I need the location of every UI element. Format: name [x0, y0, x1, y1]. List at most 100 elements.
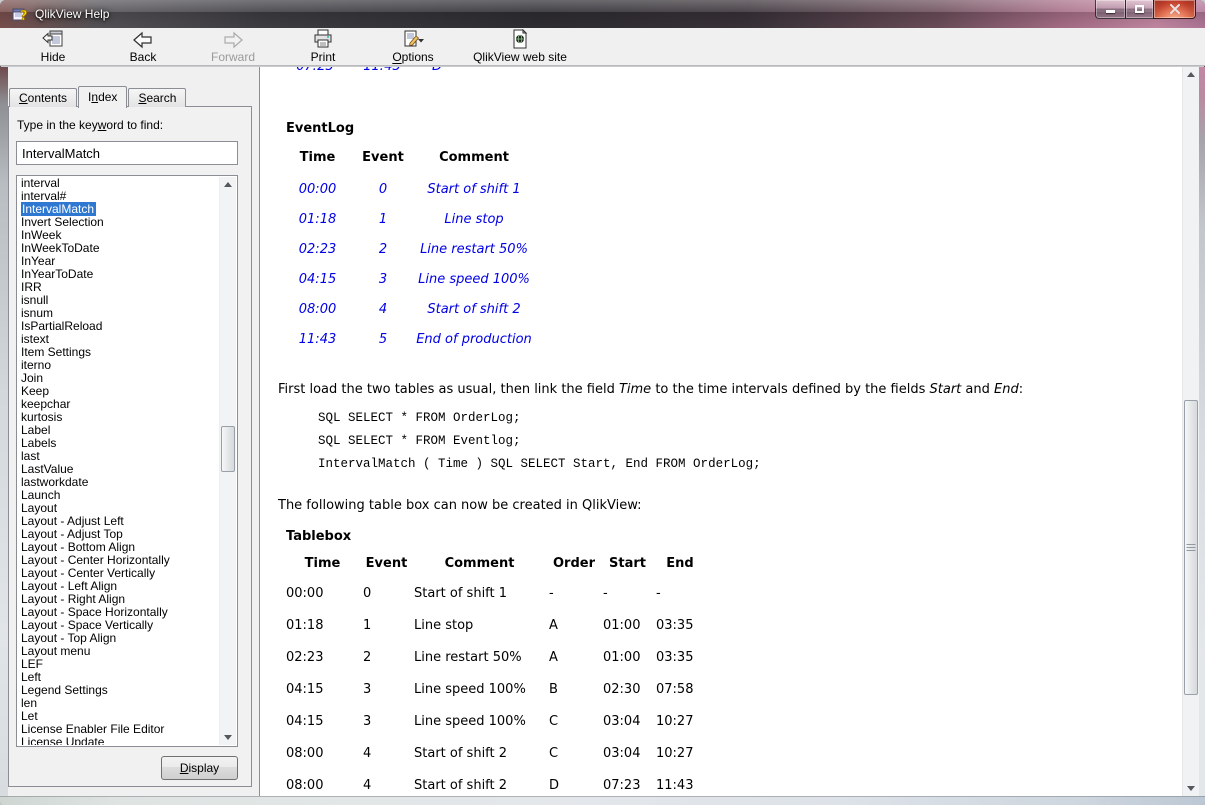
cell: Line speed 100% [414, 681, 526, 697]
down-arrow-icon [224, 735, 232, 740]
pane-splitter[interactable] [252, 67, 259, 796]
main-area: Contents Index Search Type in the keywor… [0, 67, 1205, 796]
keyword-input[interactable] [16, 141, 238, 165]
index-item-label: IRR [21, 280, 42, 294]
navigation-tabs: Contents Index Search [9, 85, 187, 108]
tablebox-row: 08:00 4 Start of shift 2 C 03:04 10:27 [284, 737, 706, 769]
index-item[interactable]: Labels [18, 437, 219, 450]
cell: 04:15 [298, 271, 337, 287]
cell: B [549, 681, 558, 697]
content-scrollbar-thumb[interactable] [1184, 400, 1198, 695]
tablebox-row: 04:15 3 Line speed 100% C 03:04 10:27 [284, 705, 706, 737]
index-item-label: Join [21, 371, 44, 385]
cell: 08:00 [286, 777, 324, 793]
qlikview-web-site-button[interactable]: QlikView web site [462, 29, 578, 65]
index-item-label: License Update [21, 735, 105, 746]
window-frame-left [0, 67, 8, 796]
index-item-label: last [21, 449, 40, 463]
title-bar[interactable]: ? QlikView Help [0, 0, 1205, 28]
cell: 3 [363, 681, 372, 697]
index-item[interactable]: Legend Settings [18, 684, 219, 697]
index-item-label: IsPartialReload [21, 319, 103, 333]
cell: 1 [378, 211, 388, 227]
index-item[interactable]: LEF [18, 658, 219, 671]
tab-index-label: Index [88, 90, 118, 104]
forward-button: Forward [192, 29, 274, 65]
index-item[interactable]: InYearToDate [18, 268, 219, 281]
script-code-block: SQL SELECT * FROM OrderLog; SQL SELECT * … [318, 407, 761, 476]
help-topic-pane: 07:2311:43D EventLog TimeEventComment 00… [259, 67, 1199, 796]
scroll-up-button[interactable] [220, 177, 236, 192]
index-item-label: Labels [21, 436, 57, 450]
cell: Start of shift 1 [427, 181, 521, 197]
column-header: Comment [439, 149, 509, 165]
help-book-icon: ? [12, 8, 28, 22]
index-scrollbar-thumb[interactable] [221, 426, 235, 472]
tab-search[interactable]: Search [128, 88, 187, 107]
clipped-cell: 07:23 [280, 67, 350, 74]
cell: 02:23 [286, 649, 324, 665]
cell: 2 [378, 241, 388, 257]
index-item-label: InYearToDate [21, 267, 94, 281]
back-button[interactable]: Back [102, 29, 184, 65]
tablebox-row: 01:18 1 Line stop A 01:00 03:35 [284, 609, 706, 641]
cell: 03:35 [656, 617, 694, 633]
cell: Line speed 100% [418, 271, 530, 287]
index-item-label: Layout - Bottom Align [21, 540, 136, 554]
content-scrollbar[interactable] [1182, 67, 1199, 796]
tablebox-row: 00:00 0 Start of shift 1 - - - [284, 577, 706, 609]
cell: Start of shift 1 [414, 585, 508, 601]
column-header: End [666, 555, 694, 571]
print-button-label: Print [310, 50, 336, 64]
cell: 02:23 [298, 241, 337, 257]
index-item-label: Layout menu [21, 644, 91, 658]
index-item-label: istext [21, 332, 50, 346]
column-header: Event [365, 555, 408, 571]
index-item-label: Layout [21, 501, 58, 515]
cell: Line speed 100% [414, 713, 526, 729]
clipped-cell: D [402, 67, 472, 74]
index-item-label: Layout - Adjust Top [21, 527, 123, 541]
column-header: Time [304, 555, 341, 571]
index-item-label: InWeekToDate [21, 241, 100, 255]
eventlog-header-row: Time Event Comment [284, 141, 533, 173]
print-button[interactable]: Print [282, 29, 364, 65]
index-tab-page: Type in the keyword to find: intervalint… [8, 106, 252, 787]
index-item-label: InWeek [21, 228, 62, 242]
scroll-down-button[interactable] [220, 730, 236, 745]
hide-button[interactable]: Hide [12, 29, 94, 65]
maximize-button[interactable] [1125, 0, 1154, 19]
code-line: SQL SELECT * FROM Eventlog; [318, 434, 521, 448]
tab-index[interactable]: Index [78, 86, 128, 108]
tablebox-table: Time Event Comment Order Start End 00:00 0 Star… [284, 549, 706, 796]
eventlog-row: 04:15 3 Line speed 100% [284, 264, 533, 294]
clipped-table-row: 07:2311:43D [260, 67, 1182, 78]
eventlog-row: 02:23 2 Line restart 50% [284, 234, 533, 264]
cell: 01:18 [286, 617, 324, 633]
qlikview-web-site-label: QlikView web site [473, 50, 567, 64]
minimize-button[interactable] [1095, 0, 1126, 19]
options-button[interactable]: Options [372, 29, 454, 65]
index-item[interactable]: Layout menu [18, 645, 219, 658]
tablebox-paragraph: The following table box can now be creat… [278, 498, 642, 513]
index-item[interactable]: iterno [18, 359, 219, 372]
cell: C [549, 745, 559, 761]
cell: 07:58 [656, 681, 694, 697]
index-item[interactable]: len [18, 697, 219, 710]
eventlog-table: Time Event Comment 00:00 0 Start of shift 10… [284, 141, 533, 354]
tablebox-row: 08:00 4 Start of shift 2 D 07:23 11:43 [284, 769, 706, 796]
index-item[interactable]: License Update [18, 735, 219, 746]
index-item-label: lastworkdate [21, 475, 89, 489]
cell: Start of shift 2 [414, 745, 508, 761]
cell: C [549, 713, 559, 729]
column-header: Order [553, 555, 595, 571]
index-list-scrollbar[interactable] [219, 177, 236, 745]
display-button[interactable]: Display [161, 756, 238, 780]
content-scroll-up-button[interactable] [1183, 67, 1199, 82]
cell: A [549, 617, 558, 633]
tab-contents[interactable]: Contents [9, 88, 78, 107]
cell: Start of shift 2 [414, 777, 508, 793]
content-scroll-down-button[interactable] [1183, 781, 1199, 796]
tab-search-label: Search [138, 91, 177, 105]
close-button[interactable] [1153, 0, 1196, 19]
